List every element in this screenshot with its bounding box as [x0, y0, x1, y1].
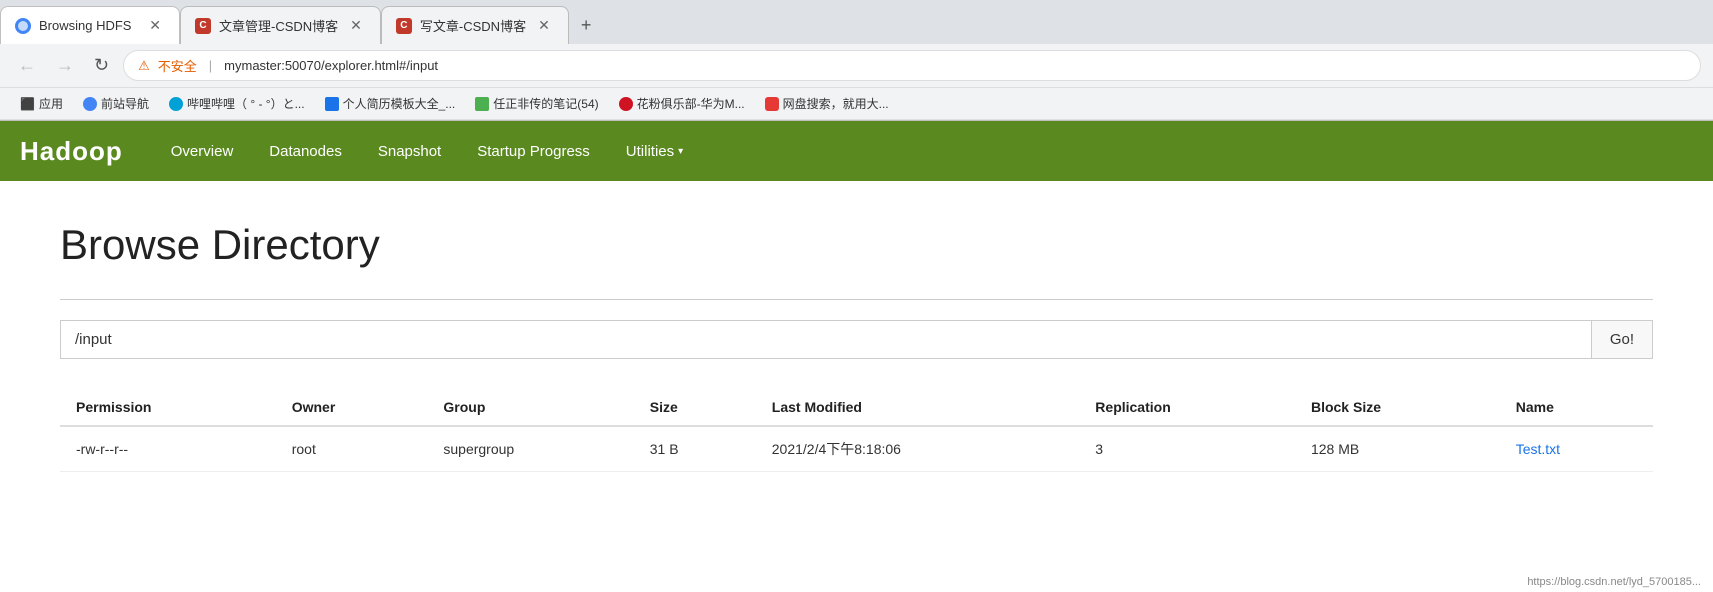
- table-header-row: Permission Owner Group Size Last Modifie…: [60, 389, 1653, 426]
- cell-group: supergroup: [427, 426, 633, 472]
- tab-csdn-write[interactable]: C 写文章-CSDN博客 ✕: [381, 6, 569, 44]
- tab-csdn-manage-label: 文章管理-CSDN博客: [219, 16, 338, 35]
- hadoop-logo: Hadoop: [20, 136, 123, 167]
- nav-utilities[interactable]: Utilities ▾: [608, 133, 701, 170]
- nav-overview[interactable]: Overview: [153, 133, 252, 170]
- bookmark-notes-label: 任正非传的笔记(54): [493, 95, 598, 112]
- status-url: https://blog.csdn.net/lyd_5700185...: [1527, 576, 1701, 588]
- col-owner: Owner: [276, 389, 428, 426]
- tab-csdn-manage[interactable]: C 文章管理-CSDN博客 ✕: [180, 6, 381, 44]
- csdn-write-favicon: C: [396, 18, 412, 34]
- bookmark-disk[interactable]: 网盘搜索，就用大...: [757, 92, 897, 115]
- hdfs-favicon: [15, 18, 31, 34]
- nav-icon: [83, 97, 97, 111]
- forward-button[interactable]: →: [50, 51, 80, 80]
- tab-csdn-write-label: 写文章-CSDN博客: [420, 16, 526, 35]
- browser-chrome: Browsing HDFS ✕ C 文章管理-CSDN博客 ✕ C 写文章-CS…: [0, 0, 1713, 121]
- table-header: Permission Owner Group Size Last Modifie…: [60, 389, 1653, 426]
- csdn-manage-favicon: C: [195, 18, 211, 34]
- bookmark-notes[interactable]: 任正非传的笔记(54): [467, 92, 606, 115]
- refresh-button[interactable]: ↻: [88, 51, 115, 80]
- tab-browsing-hdfs-label: Browsing HDFS: [39, 18, 137, 33]
- new-tab-button[interactable]: +: [569, 7, 604, 44]
- bookmark-apps-label: 应用: [39, 95, 63, 112]
- cell-permission: -rw-r--r--: [60, 426, 276, 472]
- cell-last-modified: 2021/2/4下午8:18:06: [756, 426, 1080, 472]
- col-size: Size: [634, 389, 756, 426]
- cell-replication: 3: [1079, 426, 1295, 472]
- cell-size: 31 B: [634, 426, 756, 472]
- address-bar[interactable]: ⚠ 不安全 | mymaster:50070/explorer.html#/in…: [123, 50, 1701, 81]
- nav-startup-progress[interactable]: Startup Progress: [459, 133, 608, 170]
- disk-icon: [765, 97, 779, 111]
- security-warning-icon: ⚠: [138, 58, 150, 74]
- file-link-test[interactable]: Test.txt: [1516, 441, 1560, 457]
- col-name: Name: [1500, 389, 1653, 426]
- security-label: 不安全: [158, 56, 197, 75]
- bookmark-nav[interactable]: 前站导航: [75, 92, 157, 115]
- nav-datanodes[interactable]: Datanodes: [251, 133, 360, 170]
- bookmark-huawei-label: 花粉俱乐部-华为M...: [637, 95, 745, 112]
- main-content: Browse Directory Go! Permission Owner Gr…: [0, 181, 1713, 581]
- notes-icon: [475, 97, 489, 111]
- personal-icon: [325, 97, 339, 111]
- page-title: Browse Directory: [60, 221, 1653, 269]
- address-divider: |: [209, 58, 212, 73]
- bilibili-icon: [169, 97, 183, 111]
- col-last-modified: Last Modified: [756, 389, 1080, 426]
- bookmark-huawei[interactable]: 花粉俱乐部-华为M...: [611, 92, 753, 115]
- hadoop-navbar: Hadoop Overview Datanodes Snapshot Start…: [0, 121, 1713, 181]
- bookmark-bilibili-label: 哔哩哔哩（ ° - °）と...: [187, 95, 305, 112]
- col-block-size: Block Size: [1295, 389, 1500, 426]
- utilities-label: Utilities: [626, 143, 674, 160]
- path-bar: Go!: [60, 320, 1653, 359]
- col-group: Group: [427, 389, 633, 426]
- nav-snapshot[interactable]: Snapshot: [360, 133, 459, 170]
- path-input[interactable]: [60, 320, 1591, 359]
- address-bar-row: ← → ↻ ⚠ 不安全 | mymaster:50070/explorer.ht…: [0, 44, 1713, 88]
- bookmark-disk-label: 网盘搜索，就用大...: [783, 95, 889, 112]
- table-row: -rw-r--r-- root supergroup 31 B 2021/2/4…: [60, 426, 1653, 472]
- address-url: mymaster:50070/explorer.html#/input: [224, 58, 438, 73]
- utilities-dropdown-arrow: ▾: [678, 146, 683, 157]
- col-permission: Permission: [60, 389, 276, 426]
- tab-csdn-write-close[interactable]: ✕: [534, 15, 554, 36]
- table-body: -rw-r--r-- root supergroup 31 B 2021/2/4…: [60, 426, 1653, 472]
- cell-name[interactable]: Test.txt: [1500, 426, 1653, 472]
- bookmark-bilibili[interactable]: 哔哩哔哩（ ° - °）と...: [161, 92, 313, 115]
- tab-browsing-hdfs[interactable]: Browsing HDFS ✕: [0, 6, 180, 44]
- bookmark-nav-label: 前站导航: [101, 95, 149, 112]
- file-table: Permission Owner Group Size Last Modifie…: [60, 389, 1653, 472]
- go-button[interactable]: Go!: [1591, 320, 1653, 359]
- bookmark-personal[interactable]: 个人简历模板大全_...: [317, 92, 464, 115]
- path-divider: [60, 299, 1653, 300]
- cell-block-size: 128 MB: [1295, 426, 1500, 472]
- tab-csdn-manage-close[interactable]: ✕: [346, 15, 366, 36]
- huawei-icon: [619, 97, 633, 111]
- status-bar: https://blog.csdn.net/lyd_5700185...: [1515, 572, 1713, 592]
- tab-browsing-hdfs-close[interactable]: ✕: [145, 15, 165, 36]
- tab-bar: Browsing HDFS ✕ C 文章管理-CSDN博客 ✕ C 写文章-CS…: [0, 0, 1713, 44]
- bookmark-apps[interactable]: ⬛ 应用: [12, 92, 71, 115]
- col-replication: Replication: [1079, 389, 1295, 426]
- bookmarks-bar: ⬛ 应用 前站导航 哔哩哔哩（ ° - °）と... 个人简历模板大全_... …: [0, 88, 1713, 120]
- apps-grid-icon: ⬛: [20, 97, 35, 111]
- bookmark-personal-label: 个人简历模板大全_...: [343, 95, 456, 112]
- back-button[interactable]: ←: [12, 51, 42, 80]
- cell-owner: root: [276, 426, 428, 472]
